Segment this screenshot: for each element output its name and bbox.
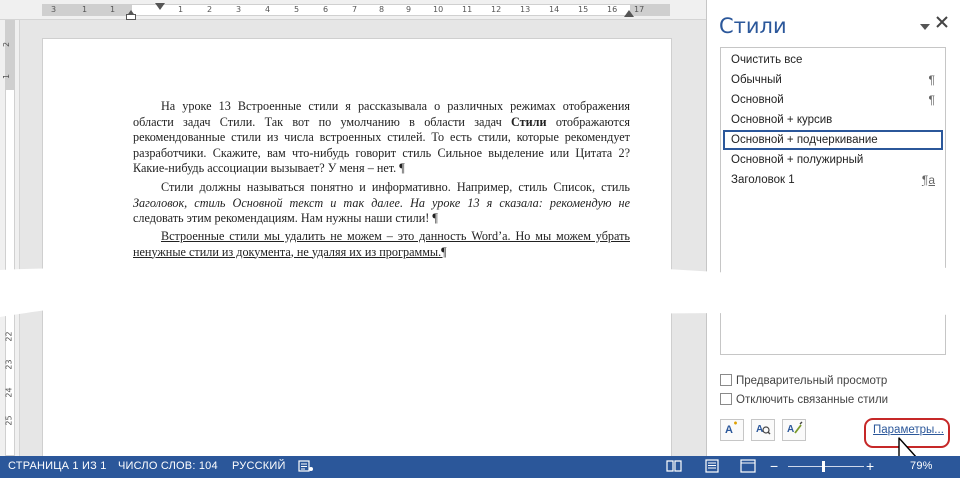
style-item-label: Основной + подчеркивание	[731, 134, 878, 146]
vruler-tick: 24	[4, 387, 14, 398]
vruler-tick: 1	[2, 73, 12, 80]
document-page[interactable]: На уроке 13 Встроенные стили я рассказыв…	[42, 38, 672, 458]
ruler-tick: 9	[406, 5, 412, 14]
svg-text:A: A	[725, 424, 733, 436]
pane-title: Стили	[719, 14, 787, 38]
macro-record-icon[interactable]	[298, 459, 314, 473]
style-item[interactable]: Обычный ¶	[723, 71, 943, 91]
manage-styles-button[interactable]: A	[782, 419, 806, 441]
style-inspector-icon: A	[756, 424, 771, 435]
paragraph-2-italic: Заголовок, стиль Основной текст и так да…	[133, 195, 630, 210]
style-type-mark: ¶a	[921, 173, 935, 187]
style-item-label: Основной	[731, 94, 784, 106]
ruler-tick: 6	[323, 5, 329, 14]
vruler-tick: 23	[4, 359, 14, 370]
ruler-tick: 1	[110, 5, 116, 14]
style-item-label: Обычный	[731, 74, 782, 86]
ruler-tick: 1	[82, 5, 88, 14]
manage-styles-icon: A	[787, 421, 803, 435]
style-item[interactable]: Основной + полужирный	[723, 151, 943, 171]
options-link[interactable]: Параметры...	[873, 424, 944, 436]
disable-linked-label: Отключить связанные стили	[736, 394, 889, 406]
close-icon[interactable]	[936, 15, 948, 31]
ruler-tick: 11	[462, 5, 473, 14]
print-layout-icon[interactable]	[704, 459, 720, 473]
svg-text:A: A	[787, 424, 794, 435]
preview-checkbox[interactable]	[720, 374, 732, 386]
style-inspector-button[interactable]: A	[751, 419, 775, 441]
style-item-label: Основной + полужирный	[731, 154, 864, 166]
zoom-out-button[interactable]: −	[770, 458, 778, 474]
document-area[interactable]: На уроке 13 Встроенные стили я рассказыв…	[21, 21, 706, 458]
style-item-label: Заголовок 1	[731, 174, 795, 186]
ruler-tick: 17	[634, 5, 645, 14]
paragraph-2-text-end: следовать этим рекомендациям. Нам нужны …	[133, 211, 438, 226]
zoom-in-button[interactable]: +	[866, 458, 874, 474]
page-count[interactable]: СТРАНИЦА 1 ИЗ 1	[8, 460, 107, 472]
style-item-label: Очистить все	[731, 54, 803, 66]
ruler-tick: 16	[607, 5, 618, 14]
ruler-tick: 10	[433, 5, 444, 14]
first-line-indent-marker[interactable]	[155, 3, 165, 10]
style-item[interactable]: Заголовок 1 ¶a	[723, 171, 943, 191]
svg-text:A: A	[756, 424, 763, 435]
zoom-slider-thumb[interactable]	[822, 461, 825, 472]
ruler-tick: 15	[578, 5, 589, 14]
preview-label: Предварительный просмотр	[736, 375, 888, 387]
read-mode-icon[interactable]	[666, 459, 682, 473]
zoom-level[interactable]: 79%	[910, 460, 933, 472]
torn-page-break	[0, 262, 960, 321]
style-item-label: Основной + курсив	[731, 114, 833, 126]
new-style-icon: A	[725, 421, 737, 436]
style-item[interactable]: Основной ¶	[723, 91, 943, 111]
vruler-tick: 2	[2, 41, 12, 48]
left-indent-box[interactable]	[126, 14, 136, 20]
ruler-tick: 13	[520, 5, 531, 14]
status-bar: СТРАНИЦА 1 ИЗ 1 ЧИСЛО СЛОВ: 104 РУССКИЙ …	[0, 456, 960, 478]
web-layout-icon[interactable]	[740, 459, 756, 473]
paragraph-1[interactable]: На уроке 13 Встроенные стили я рассказыв…	[133, 99, 630, 177]
zoom-slider-track[interactable]	[788, 466, 864, 467]
chevron-down-icon[interactable]	[920, 18, 930, 34]
ruler-tick: 8	[379, 5, 385, 14]
ruler-tick: 5	[294, 5, 300, 14]
style-item[interactable]: Очистить все	[723, 51, 943, 71]
disable-linked-checkbox[interactable]	[720, 393, 732, 405]
paragraph-3-text: Встроенные стили мы удалить не можем – э…	[133, 229, 630, 259]
ruler-tick: 3	[236, 5, 242, 14]
ruler-tick: 14	[549, 5, 560, 14]
paragraph-2[interactable]: Стили должны называться понятно и информ…	[133, 180, 630, 227]
style-type-mark: ¶	[928, 93, 935, 107]
ruler-tick: 2	[207, 5, 213, 14]
language-indicator[interactable]: РУССКИЙ	[232, 460, 286, 472]
disable-linked-checkbox-row[interactable]: Отключить связанные стили	[720, 393, 888, 406]
vruler-top-margin	[5, 20, 15, 90]
ruler-tick: 7	[352, 5, 358, 14]
word-count[interactable]: ЧИСЛО СЛОВ: 104	[118, 460, 218, 472]
paragraph-3[interactable]: Встроенные стили мы удалить не можем – э…	[133, 229, 630, 260]
horizontal-ruler[interactable]: 3 1 1 1 2 3 4 5 6 7 8 9 10 11 12 13 14 1…	[0, 0, 706, 20]
vruler-tick: 22	[4, 331, 14, 342]
ruler-tick: 3	[51, 5, 57, 14]
ruler-tick: 4	[265, 5, 271, 14]
styles-pane[interactable]: Стили Очистить все Обычный ¶ Основной ¶ Ос…	[706, 0, 960, 473]
new-style-button[interactable]: A	[720, 419, 744, 441]
style-item-selected[interactable]: Основной + подчеркивание	[723, 130, 943, 150]
right-indent-marker[interactable]	[624, 10, 634, 17]
paragraph-2-text: Стили должны называться понятно и информ…	[161, 180, 630, 194]
ruler-tick: 12	[491, 5, 502, 14]
style-item[interactable]: Основной + курсив	[723, 111, 943, 131]
ruler-tick: 1	[178, 5, 184, 14]
vertical-ruler[interactable]: 2 1 22 23 24 25	[0, 20, 20, 456]
vruler-tick: 25	[4, 415, 14, 426]
style-type-mark: ¶	[928, 73, 935, 87]
preview-checkbox-row[interactable]: Предварительный просмотр	[720, 374, 887, 387]
paragraph-1-bold: Стили	[511, 114, 547, 129]
